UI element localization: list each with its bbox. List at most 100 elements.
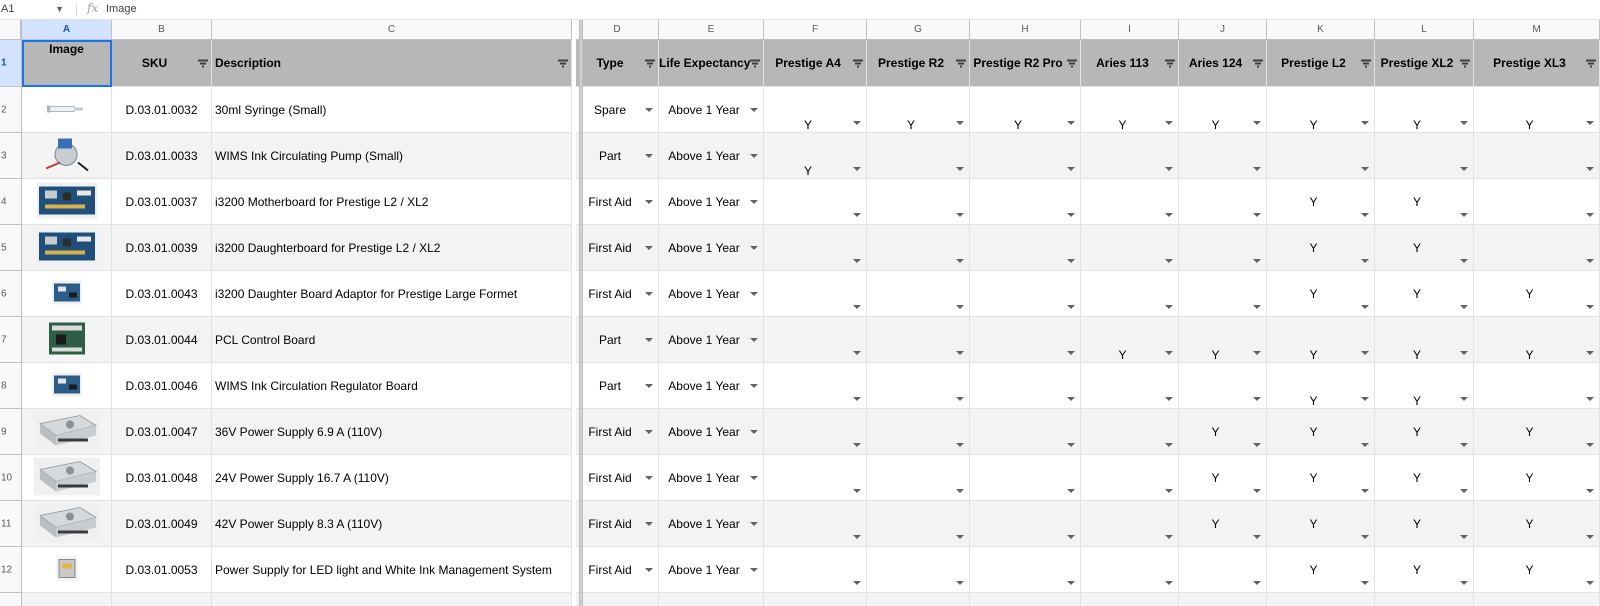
dropdown-arrow-icon[interactable]	[853, 167, 861, 171]
dropdown-arrow-icon[interactable]	[1253, 259, 1261, 263]
dropdown-arrow-icon[interactable]	[1067, 443, 1075, 447]
dropdown-arrow-icon[interactable]	[1067, 397, 1075, 401]
column-header-c[interactable]: C	[212, 20, 572, 40]
dropdown-arrow-icon[interactable]	[853, 397, 861, 401]
dropdown-arrow-icon[interactable]	[1067, 581, 1075, 585]
compatibility-dropdown[interactable]	[970, 363, 1081, 409]
dropdown-arrow-icon[interactable]	[1361, 351, 1369, 355]
compatibility-dropdown[interactable]	[1179, 179, 1267, 225]
dropdown-arrow-icon[interactable]	[956, 167, 964, 171]
row-header-1[interactable]: 1	[0, 40, 22, 87]
sku-cell[interactable]: D.03.01.0037	[112, 179, 212, 225]
dropdown-arrow-icon[interactable]	[645, 475, 653, 480]
image-cell[interactable]	[22, 271, 112, 317]
sku-cell[interactable]: D.03.01.0033	[112, 133, 212, 179]
compatibility-dropdown[interactable]: Y	[1267, 179, 1375, 225]
dropdown-arrow-icon[interactable]	[1361, 213, 1369, 217]
dropdown-arrow-icon[interactable]	[1165, 489, 1173, 493]
dropdown-arrow-icon[interactable]	[1460, 489, 1468, 493]
dropdown-arrow-icon[interactable]	[1586, 305, 1594, 309]
partial-cell[interactable]	[212, 593, 572, 606]
header-type[interactable]: Type	[576, 40, 659, 87]
dropdown-arrow-icon[interactable]	[1586, 351, 1594, 355]
compatibility-dropdown[interactable]	[867, 409, 970, 455]
dropdown-arrow-icon[interactable]	[1165, 397, 1173, 401]
life-expectancy-dropdown[interactable]: Above 1 Year	[659, 87, 764, 133]
dropdown-arrow-icon[interactable]	[853, 213, 861, 217]
dropdown-arrow-icon[interactable]	[1586, 397, 1594, 401]
dropdown-arrow-icon[interactable]	[645, 199, 653, 204]
dropdown-arrow-icon[interactable]	[645, 245, 653, 250]
dropdown-arrow-icon[interactable]	[853, 581, 861, 585]
dropdown-arrow-icon[interactable]	[956, 443, 964, 447]
type-dropdown[interactable]: Part	[576, 133, 659, 179]
dropdown-arrow-icon[interactable]	[750, 429, 758, 434]
compatibility-dropdown[interactable]	[1474, 133, 1600, 179]
row-header-10[interactable]: 10	[0, 455, 22, 501]
compatibility-dropdown[interactable]	[1081, 271, 1179, 317]
dropdown-arrow-icon[interactable]	[956, 213, 964, 217]
partial-cell[interactable]	[1081, 593, 1179, 606]
dropdown-arrow-icon[interactable]	[1586, 167, 1594, 171]
type-dropdown[interactable]: Part	[576, 363, 659, 409]
dropdown-arrow-icon[interactable]	[645, 153, 653, 158]
row-header-5[interactable]: 5	[0, 225, 22, 271]
life-expectancy-dropdown[interactable]: Above 1 Year	[659, 547, 764, 593]
image-cell[interactable]	[22, 87, 112, 133]
compatibility-dropdown[interactable]	[970, 455, 1081, 501]
row-header-9[interactable]: 9	[0, 409, 22, 455]
compatibility-dropdown[interactable]	[1179, 271, 1267, 317]
type-dropdown[interactable]: First Aid	[576, 547, 659, 593]
compatibility-dropdown[interactable]	[1474, 225, 1600, 271]
description-cell[interactable]: WIMS Ink Circulation Regulator Board	[212, 363, 572, 409]
compatibility-dropdown[interactable]	[1179, 363, 1267, 409]
dropdown-arrow-icon[interactable]	[1361, 489, 1369, 493]
compatibility-dropdown[interactable]	[1081, 225, 1179, 271]
sku-cell[interactable]: D.03.01.0053	[112, 547, 212, 593]
filter-icon[interactable]	[1165, 59, 1175, 67]
type-dropdown[interactable]: First Aid	[576, 409, 659, 455]
compatibility-dropdown[interactable]: Y	[1375, 271, 1474, 317]
dropdown-arrow-icon[interactable]	[1586, 489, 1594, 493]
compatibility-dropdown[interactable]	[1179, 225, 1267, 271]
dropdown-arrow-icon[interactable]	[1460, 213, 1468, 217]
dropdown-arrow-icon[interactable]	[1067, 351, 1075, 355]
column-header-h[interactable]: H	[970, 20, 1081, 40]
dropdown-arrow-icon[interactable]	[956, 581, 964, 585]
compatibility-dropdown[interactable]	[764, 225, 867, 271]
dropdown-arrow-icon[interactable]	[853, 443, 861, 447]
compatibility-dropdown[interactable]	[1081, 363, 1179, 409]
dropdown-arrow-icon[interactable]	[853, 351, 861, 355]
compatibility-dropdown[interactable]	[764, 455, 867, 501]
row-header-11[interactable]: 11	[0, 501, 22, 547]
compatibility-dropdown[interactable]	[1267, 133, 1375, 179]
dropdown-arrow-icon[interactable]	[853, 489, 861, 493]
partial-cell[interactable]	[576, 593, 659, 606]
description-cell[interactable]: 30ml Syringe (Small)	[212, 87, 572, 133]
compatibility-dropdown[interactable]	[1081, 179, 1179, 225]
header-image[interactable]: Image	[22, 40, 112, 87]
compatibility-dropdown[interactable]: Y	[1375, 179, 1474, 225]
dropdown-arrow-icon[interactable]	[1361, 121, 1369, 125]
compatibility-dropdown[interactable]	[764, 409, 867, 455]
dropdown-arrow-icon[interactable]	[645, 337, 653, 342]
description-cell[interactable]: Power Supply for LED light and White Ink…	[212, 547, 572, 593]
row-header-4[interactable]: 4	[0, 179, 22, 225]
type-dropdown[interactable]: First Aid	[576, 271, 659, 317]
row-header-7[interactable]: 7	[0, 317, 22, 363]
compatibility-dropdown[interactable]	[867, 547, 970, 593]
compatibility-dropdown[interactable]	[1375, 133, 1474, 179]
dropdown-arrow-icon[interactable]	[1253, 443, 1261, 447]
compatibility-dropdown[interactable]	[1081, 501, 1179, 547]
partial-cell[interactable]	[659, 593, 764, 606]
compatibility-dropdown[interactable]: Y	[764, 133, 867, 179]
header-model[interactable]: Prestige XL2	[1375, 40, 1474, 87]
column-header-f[interactable]: F	[764, 20, 867, 40]
filter-icon[interactable]	[1253, 59, 1263, 67]
dropdown-arrow-icon[interactable]	[750, 153, 758, 158]
dropdown-arrow-icon[interactable]	[1361, 397, 1369, 401]
dropdown-arrow-icon[interactable]	[853, 121, 861, 125]
dropdown-arrow-icon[interactable]	[750, 199, 758, 204]
dropdown-arrow-icon[interactable]	[1165, 305, 1173, 309]
compatibility-dropdown[interactable]	[867, 179, 970, 225]
